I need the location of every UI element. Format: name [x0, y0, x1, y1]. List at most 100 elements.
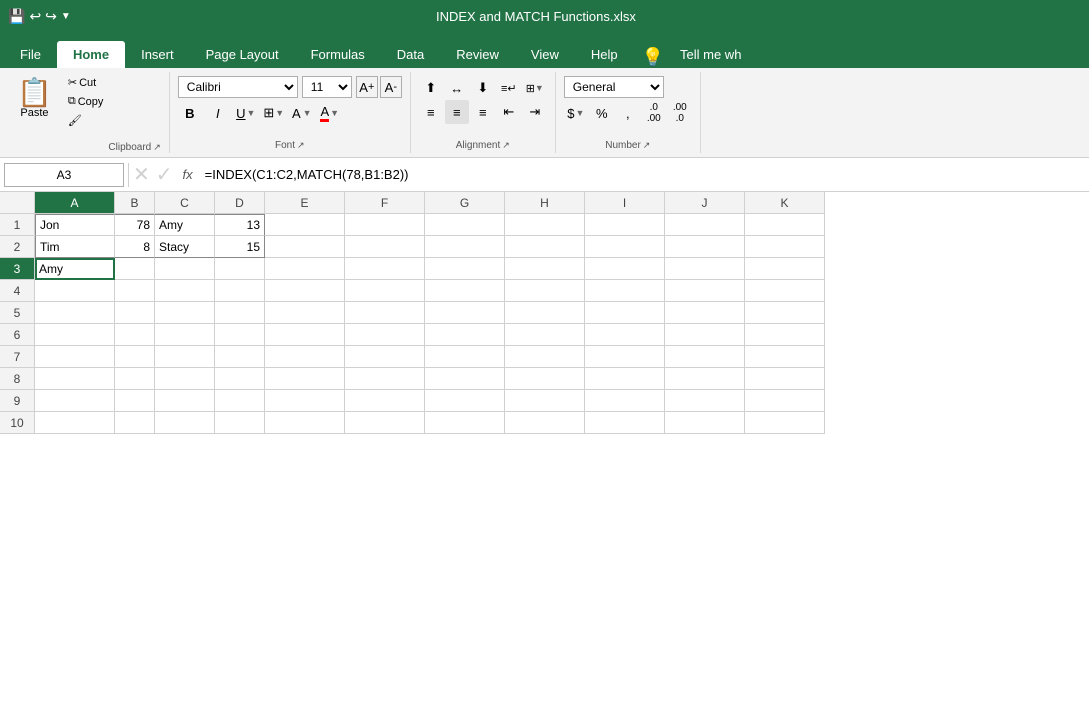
cell-d3[interactable] [215, 258, 265, 280]
cell-b3[interactable] [115, 258, 155, 280]
tab-home[interactable]: Home [57, 41, 125, 68]
row-header-3[interactable]: 3 [0, 258, 35, 280]
cell-h4[interactable] [505, 280, 585, 302]
cell-h3[interactable] [505, 258, 585, 280]
undo-icon[interactable]: ↩ [29, 8, 41, 25]
cell-a2[interactable]: Tim [35, 236, 115, 258]
cell-e3[interactable] [265, 258, 345, 280]
cell-i4[interactable] [585, 280, 665, 302]
cell-d1[interactable]: 13 [215, 214, 265, 236]
col-header-i[interactable]: I [585, 192, 665, 214]
formula-input[interactable] [201, 163, 1085, 187]
col-header-b[interactable]: B [115, 192, 155, 214]
clipboard-expand-icon[interactable]: ↗ [153, 142, 161, 153]
cell-f2[interactable] [345, 236, 425, 258]
redo-icon[interactable]: ↪ [45, 8, 57, 25]
cell-e2[interactable] [265, 236, 345, 258]
number-expand-icon[interactable]: ↗ [643, 140, 651, 151]
cell-b1[interactable]: 78 [115, 214, 155, 236]
save-icon[interactable]: 💾 [8, 8, 25, 25]
cell-i3[interactable] [585, 258, 665, 280]
border-button[interactable]: ⊞▼ [262, 101, 286, 125]
bold-button[interactable]: B [178, 101, 202, 125]
increase-decimal-button[interactable]: .0.00 [642, 101, 666, 125]
align-top-button[interactable]: ⬆ [419, 76, 443, 100]
cell-i1[interactable] [585, 214, 665, 236]
col-header-h[interactable]: H [505, 192, 585, 214]
cell-g3[interactable] [425, 258, 505, 280]
cut-button[interactable]: ✂ Cut [63, 74, 109, 91]
cell-j4[interactable] [665, 280, 745, 302]
row-header-8[interactable]: 8 [0, 368, 35, 390]
cell-f1[interactable] [345, 214, 425, 236]
cell-d2[interactable]: 15 [215, 236, 265, 258]
row-header-1[interactable]: 1 [0, 214, 35, 236]
underline-button[interactable]: U▼ [234, 101, 258, 125]
cell-i2[interactable] [585, 236, 665, 258]
cell-f3[interactable] [345, 258, 425, 280]
format-painter-button[interactable]: 🖌 [63, 112, 109, 129]
cell-c4[interactable] [155, 280, 215, 302]
corner-cell[interactable] [0, 192, 35, 214]
tab-help[interactable]: Help [575, 41, 634, 68]
row-header-6[interactable]: 6 [0, 324, 35, 346]
col-header-a[interactable]: A [35, 192, 115, 214]
tab-page-layout[interactable]: Page Layout [190, 41, 295, 68]
cell-e4[interactable] [265, 280, 345, 302]
merge-center-button[interactable]: ⊞▼ [523, 76, 547, 100]
align-left-button[interactable]: ≡ [419, 100, 443, 124]
tab-tell-me[interactable]: Tell me wh [664, 41, 757, 68]
font-size-select[interactable]: 11 [302, 76, 352, 98]
cell-e1[interactable] [265, 214, 345, 236]
italic-button[interactable]: I [206, 101, 230, 125]
col-header-e[interactable]: E [265, 192, 345, 214]
cell-g4[interactable] [425, 280, 505, 302]
cell-k2[interactable] [745, 236, 825, 258]
cell-b4[interactable] [115, 280, 155, 302]
paste-button[interactable]: 📋 Paste [8, 74, 61, 124]
tab-view[interactable]: View [515, 41, 575, 68]
font-color-button[interactable]: A▼ [318, 101, 342, 125]
row-header-2[interactable]: 2 [0, 236, 35, 258]
cell-k1[interactable] [745, 214, 825, 236]
font-family-select[interactable]: Calibri [178, 76, 298, 98]
row-header-4[interactable]: 4 [0, 280, 35, 302]
cell-c2[interactable]: Stacy [155, 236, 215, 258]
increase-font-size-button[interactable]: A+ [356, 76, 378, 98]
number-format-select[interactable]: General [564, 76, 664, 98]
cell-c1[interactable]: Amy [155, 214, 215, 236]
decrease-decimal-button[interactable]: .00.0 [668, 101, 692, 125]
col-header-g[interactable]: G [425, 192, 505, 214]
cell-reference-input[interactable] [4, 163, 124, 187]
font-expand-icon[interactable]: ↗ [297, 140, 305, 151]
tab-file[interactable]: File [4, 41, 57, 68]
cell-d4[interactable] [215, 280, 265, 302]
cell-g2[interactable] [425, 236, 505, 258]
cell-a1[interactable]: Jon [35, 214, 115, 236]
align-middle-button[interactable]: ↔ [445, 76, 469, 100]
cell-b2[interactable]: 8 [115, 236, 155, 258]
cell-j1[interactable] [665, 214, 745, 236]
cell-h2[interactable] [505, 236, 585, 258]
cell-f4[interactable] [345, 280, 425, 302]
cell-j3[interactable] [665, 258, 745, 280]
alignment-expand-icon[interactable]: ↗ [502, 140, 510, 151]
increase-indent-button[interactable]: ⇥ [523, 100, 547, 124]
cell-a4[interactable] [35, 280, 115, 302]
align-right-button[interactable]: ≡ [471, 100, 495, 124]
wrap-text-button[interactable]: ≡↵ [497, 76, 521, 100]
row-header-9[interactable]: 9 [0, 390, 35, 412]
decrease-font-size-button[interactable]: A- [380, 76, 402, 98]
confirm-formula-icon[interactable]: ✓ [156, 162, 173, 187]
col-header-f[interactable]: F [345, 192, 425, 214]
row-header-7[interactable]: 7 [0, 346, 35, 368]
row-header-10[interactable]: 10 [0, 412, 35, 434]
comma-button[interactable]: , [616, 101, 640, 125]
cell-k3[interactable] [745, 258, 825, 280]
align-center-button[interactable]: ≡ [445, 100, 469, 124]
tab-insert[interactable]: Insert [125, 41, 190, 68]
cell-j2[interactable] [665, 236, 745, 258]
col-header-k[interactable]: K [745, 192, 825, 214]
fill-color-button[interactable]: A▼ [290, 101, 314, 125]
percent-button[interactable]: % [590, 101, 614, 125]
